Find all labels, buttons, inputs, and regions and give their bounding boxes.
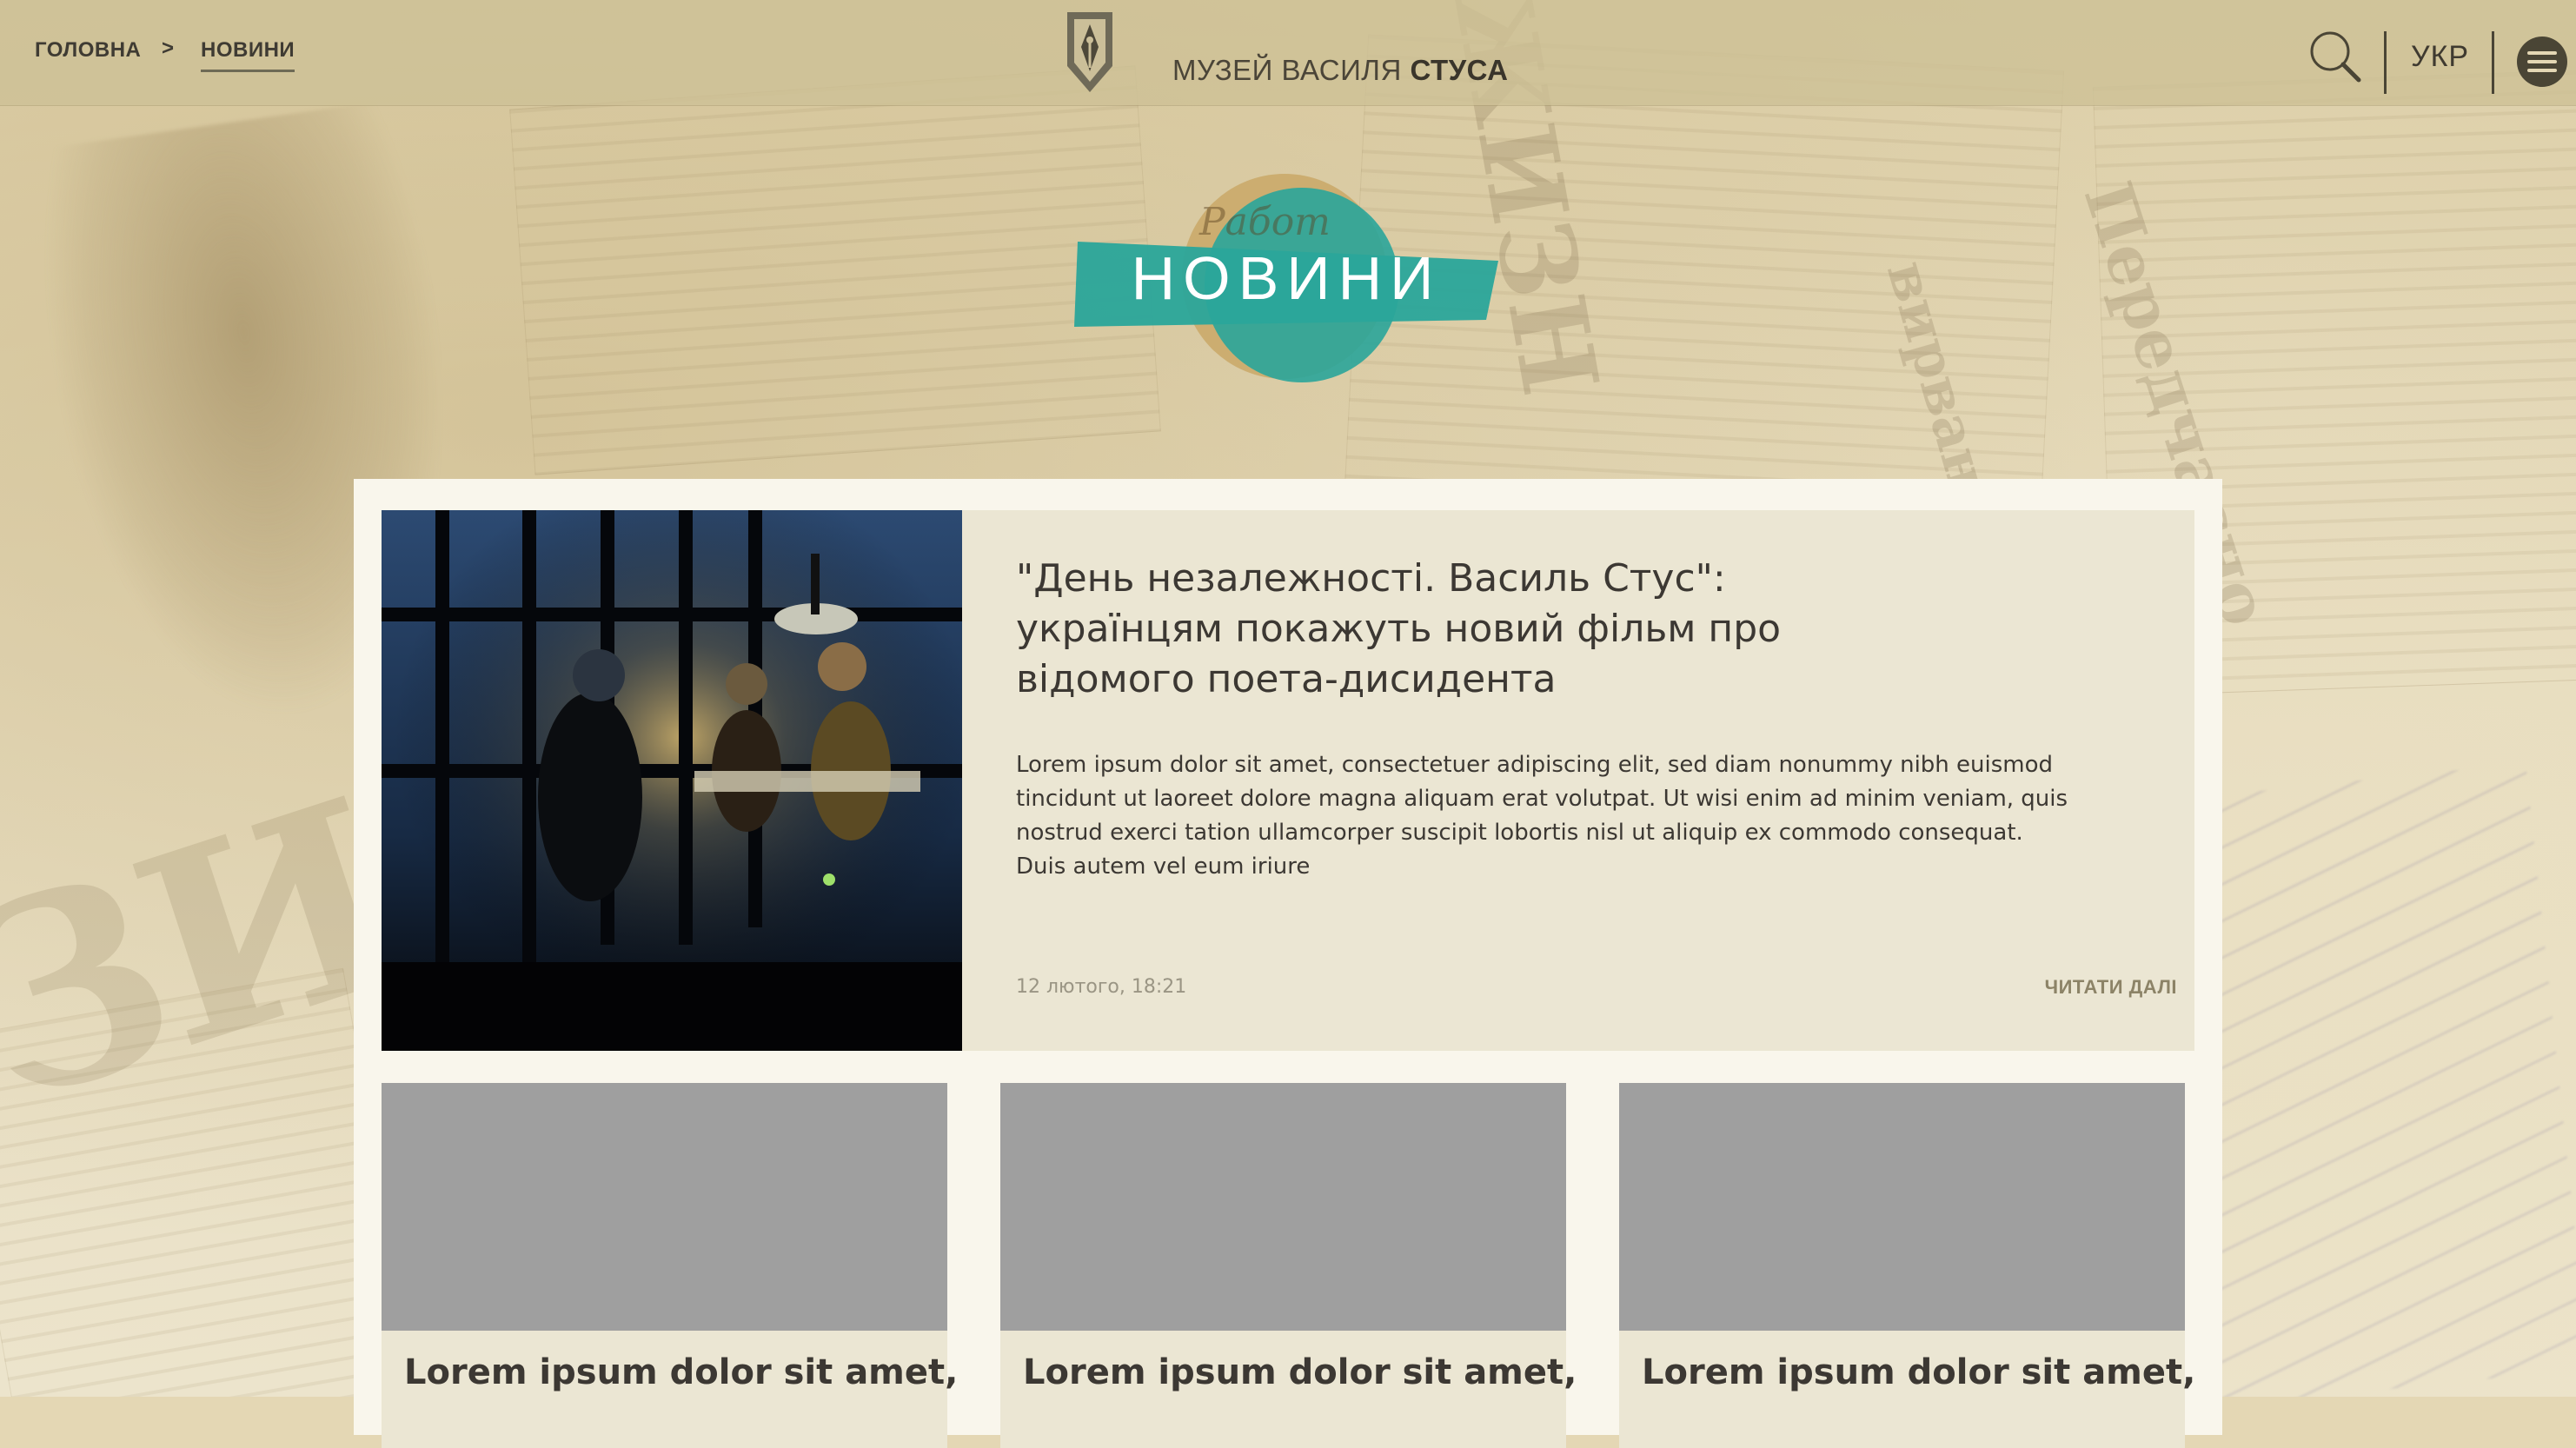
featured-news-text: "День незалежності. Василь Стус": україн… bbox=[1016, 510, 2194, 1051]
news-content: "День незалежності. Василь Стус": україн… bbox=[354, 479, 2222, 1448]
read-more-link[interactable]: ЧИТАТИ ДАЛІ bbox=[2045, 976, 2177, 999]
news-card-title[interactable]: Lorem ipsum dolor sit amet, bbox=[1642, 1352, 2195, 1392]
search-icon[interactable] bbox=[2308, 30, 2364, 85]
featured-news-title-line: відомого поета-дисидента bbox=[1016, 657, 1557, 701]
museum-logo-icon[interactable] bbox=[1059, 5, 1121, 97]
news-card-image-placeholder[interactable] bbox=[1619, 1083, 2185, 1331]
news-card-title[interactable]: Lorem ipsum dolor sit amet, bbox=[404, 1352, 958, 1392]
breadcrumb-home[interactable]: ГОЛОВНА bbox=[35, 38, 141, 63]
featured-news-excerpt-line: Duis autem vel eum iriure bbox=[1016, 854, 1311, 880]
featured-news-excerpt-line: Lorem ipsum dolor sit amet, consectetuer… bbox=[1016, 752, 2054, 778]
featured-news-excerpt-line: nostrud exerci tation ullamcorper suscip… bbox=[1016, 820, 2023, 846]
breadcrumb-current[interactable]: НОВИНИ bbox=[201, 38, 295, 72]
header-divider bbox=[2384, 31, 2387, 94]
featured-news-title-line: "День незалежності. Василь Стус": bbox=[1016, 556, 1726, 601]
news-card-image-placeholder[interactable] bbox=[382, 1083, 947, 1331]
site-title[interactable]: МУЗЕЙ ВАСИЛЯ СТУСА bbox=[1172, 54, 1509, 87]
featured-news-excerpt: Lorem ipsum dolor sit amet, consectetuer… bbox=[1016, 748, 2102, 884]
news-card-image-placeholder[interactable] bbox=[1000, 1083, 1566, 1331]
site-title-bold: СТУСА bbox=[1410, 54, 1509, 86]
language-switcher[interactable]: УКР bbox=[2411, 40, 2469, 74]
background-newspaper bbox=[509, 65, 1161, 475]
page-title: НОВИНИ bbox=[1131, 244, 1442, 312]
featured-news-excerpt-line: tincidunt ut laoreet dolore magna aliqua… bbox=[1016, 786, 2068, 812]
header-divider bbox=[2492, 31, 2494, 94]
featured-news-image[interactable] bbox=[382, 510, 962, 1051]
featured-news-card[interactable]: "День незалежності. Василь Стус": україн… bbox=[382, 510, 2194, 1051]
menu-icon[interactable] bbox=[2515, 35, 2569, 89]
news-card[interactable]: Lorem ipsum dolor sit amet, bbox=[1619, 1083, 2195, 1448]
breadcrumb-separator: > bbox=[162, 37, 175, 60]
featured-news-title-line: українцям покажуть новий фільм про bbox=[1016, 607, 1782, 651]
site-title-regular: МУЗЕЙ ВАСИЛЯ bbox=[1172, 54, 1411, 86]
news-card-title[interactable]: Lorem ipsum dolor sit amet, bbox=[1023, 1352, 1577, 1392]
news-card[interactable]: Lorem ipsum dolor sit amet, bbox=[1000, 1083, 1577, 1448]
news-card[interactable]: Lorem ipsum dolor sit amet, bbox=[382, 1083, 958, 1448]
featured-news-date: 12 лютого, 18:21 bbox=[1016, 976, 1187, 998]
featured-news-title[interactable]: "День незалежності. Василь Стус": україн… bbox=[1016, 554, 1972, 705]
top-header: ГОЛОВНА > НОВИНИ МУЗЕЙ ВАСИЛЯ СТУСА УКР bbox=[0, 0, 2576, 105]
svg-text:Работ: Работ bbox=[1198, 200, 1331, 244]
